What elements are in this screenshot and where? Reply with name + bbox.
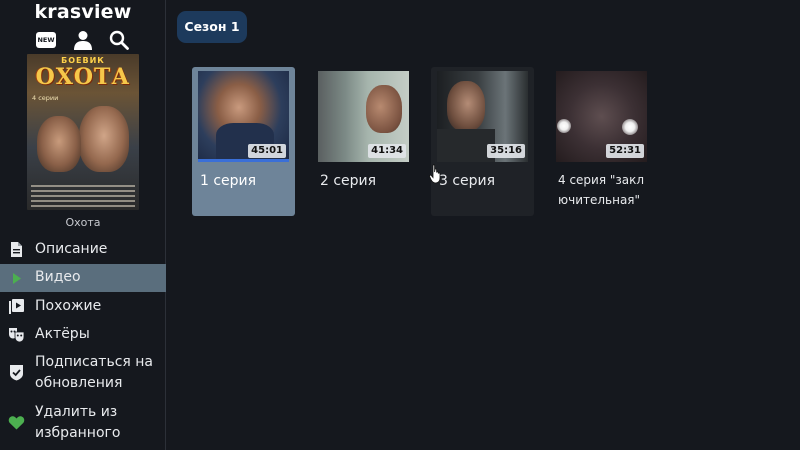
episode-title: 3 серия: [439, 173, 496, 189]
sidebar-item-remove-favorite[interactable]: Удалить из избранного: [0, 398, 166, 448]
poster-episodes: 4 серии: [32, 94, 59, 102]
episode-duration: 52:31: [606, 144, 644, 158]
sidebar-item-label-line1: Удалить из: [35, 404, 118, 420]
episode-card-4[interactable]: 52:31 4 серия "закл ючительная": [550, 67, 653, 216]
sidebar-item-description[interactable]: Описание: [0, 236, 166, 264]
sidebar-item-subscribe[interactable]: Подписаться на обновления: [0, 348, 166, 398]
sidebar-item-label: Описание: [35, 241, 108, 257]
main-content: Сезон 1 45:01 1 серия 41:34 2 серия 35:1…: [167, 0, 800, 450]
poster-face: [37, 116, 81, 172]
thumb-face: [447, 81, 485, 131]
user-icon[interactable]: [74, 30, 92, 50]
app-logo[interactable]: krasview: [0, 0, 166, 24]
search-icon[interactable]: [109, 30, 129, 50]
episode-thumbnail: 45:01: [198, 71, 289, 162]
episode-card-2[interactable]: 41:34 2 серия: [312, 67, 415, 216]
sidebar-item-label: Актёры: [35, 326, 90, 342]
sidebar-item-similar[interactable]: Похожие: [0, 292, 166, 320]
sidebar-item-label-line2: избранного: [35, 425, 121, 441]
episode-title: 1 серия: [200, 173, 257, 189]
episode-title-line2: ючительная": [558, 193, 641, 207]
sidebar: krasview NEW БОЕВИК ОХОТА 4 серии Охота: [0, 0, 166, 450]
episode-title: 2 серия: [320, 173, 377, 189]
sidebar-item-actors[interactable]: Актёры: [0, 320, 166, 348]
sidebar-item-label: Похожие: [35, 298, 102, 314]
poster-face: [79, 106, 129, 172]
sidebar-item-label-line2: обновления: [35, 375, 123, 391]
episode-title: 4 серия "закл ючительная": [558, 170, 653, 210]
shield-check-icon: [10, 365, 23, 381]
episode-progress-bar: [198, 159, 289, 162]
hand-cursor-icon: [429, 164, 441, 184]
top-icons: NEW: [36, 30, 136, 50]
document-icon: [11, 242, 22, 257]
episode-duration: 45:01: [248, 144, 286, 158]
sidebar-menu: Описание Видео Похожие Актёры Подписатьс…: [0, 236, 166, 448]
poster-caption: Охота: [65, 216, 101, 229]
episode-thumbnail: 41:34: [318, 71, 409, 162]
tab-season-1[interactable]: Сезон 1: [177, 11, 247, 43]
episode-card-3[interactable]: 35:16 3 серия: [431, 67, 534, 216]
episode-card-1[interactable]: 45:01 1 серия: [192, 67, 295, 216]
headlight-left: [557, 119, 571, 133]
episode-thumbnail: 52:31: [556, 71, 647, 162]
poster-image: БОЕВИК ОХОТА 4 серии: [27, 54, 139, 210]
headlight-right: [622, 119, 638, 135]
episode-title-line1: 4 серия "закл: [558, 173, 645, 187]
sidebar-item-label: Видео: [35, 269, 81, 285]
poster-credits: [31, 185, 135, 207]
episode-duration: 41:34: [368, 144, 406, 158]
episode-duration: 35:16: [487, 144, 525, 158]
new-icon[interactable]: NEW: [36, 32, 56, 48]
sidebar-item-video[interactable]: Видео: [0, 264, 166, 292]
theater-masks-icon: [9, 328, 25, 343]
video-library-icon: [9, 299, 24, 314]
thumb-face: [366, 85, 402, 133]
heart-icon: [8, 416, 25, 430]
play-icon: [13, 273, 21, 284]
sidebar-item-label-line1: Подписаться на: [35, 354, 154, 370]
episode-thumbnail: 35:16: [437, 71, 528, 162]
poster-title: ОХОТА: [35, 64, 131, 90]
